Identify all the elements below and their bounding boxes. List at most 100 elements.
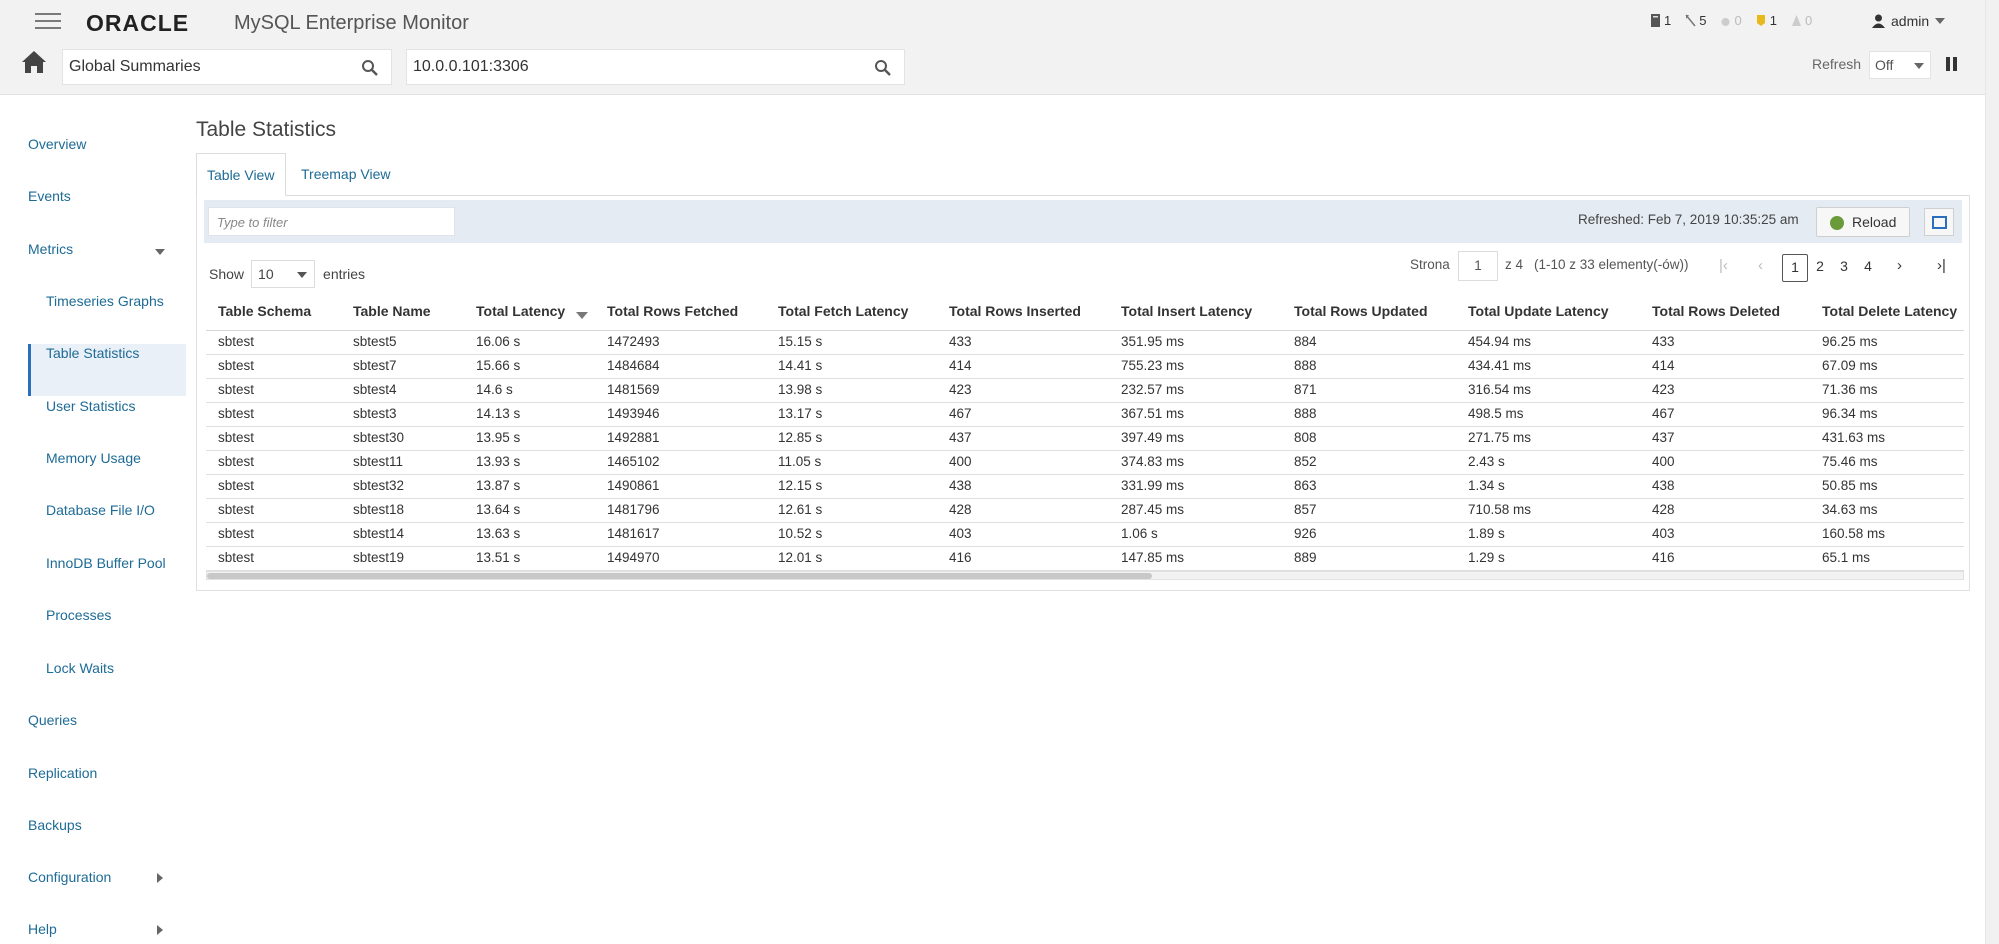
page-button-2[interactable]: 2 [1807, 254, 1833, 282]
critical-status[interactable]: 1 [1756, 13, 1777, 28]
sidebar-item-processes[interactable]: Processes [46, 607, 111, 623]
table-cell: sbtest [218, 550, 255, 565]
table-row[interactable]: sbtest sbtest11 13.93 s 1465102 11.05 s 400 37… [206, 451, 1964, 475]
page-button-1[interactable]: 1 [1782, 254, 1808, 282]
sidebar-item-table-statistics[interactable]: Table Statistics [46, 345, 139, 361]
column-header[interactable]: Total Latency [476, 303, 565, 319]
alert-count: 5 [1699, 13, 1707, 28]
emergency-status[interactable]: 0 [1720, 13, 1742, 28]
table-cell: 15.66 s [476, 358, 521, 373]
column-header[interactable]: Total Insert Latency [1121, 303, 1252, 319]
table-cell: 2.43 s [1468, 454, 1505, 469]
sidebar-item-metrics[interactable]: Metrics [28, 241, 73, 257]
column-header[interactable]: Total Delete Latency [1822, 303, 1957, 319]
sidebar-item-queries[interactable]: Queries [28, 712, 77, 728]
table-row[interactable]: sbtest sbtest3 14.13 s 1493946 13.17 s 467 367… [206, 403, 1964, 427]
chevron-right-icon[interactable] [157, 925, 163, 935]
column-header[interactable]: Total Rows Deleted [1652, 303, 1780, 319]
sidebar-item-replication[interactable]: Replication [28, 765, 97, 781]
page-button-3[interactable]: 3 [1831, 254, 1857, 282]
warning-count: 0 [1804, 13, 1813, 28]
table-cell: 437 [949, 430, 972, 445]
table-cell: 433 [949, 334, 972, 349]
table-cell: 71.36 ms [1822, 382, 1878, 397]
sidebar-item-help[interactable]: Help [28, 921, 57, 937]
first-page-icon[interactable]: |‹ [1719, 257, 1728, 274]
table-horizontal-scrollbar[interactable] [206, 571, 1964, 580]
table-cell: 888 [1294, 406, 1317, 421]
group-search-field[interactable]: Global Summaries [62, 49, 392, 85]
chevron-down-icon [297, 272, 308, 278]
table-row[interactable]: sbtest sbtest30 13.95 s 1492881 12.85 s 437 39… [206, 427, 1964, 451]
table-cell: 1493946 [607, 406, 660, 421]
sidebar-item-memory-usage[interactable]: Memory Usage [46, 450, 141, 466]
table-cell: 438 [1652, 478, 1675, 493]
instance-search-field[interactable]: 10.0.0.101:3306 [406, 49, 905, 85]
menu-icon[interactable] [35, 13, 61, 31]
show-label: Show [209, 266, 245, 282]
table-cell: sbtest [218, 526, 255, 541]
column-header[interactable]: Total Update Latency [1468, 303, 1609, 319]
column-header[interactable]: Total Rows Updated [1294, 303, 1428, 319]
column-header[interactable]: Total Fetch Latency [778, 303, 908, 319]
chevron-down-icon[interactable] [155, 249, 165, 255]
sidebar-item-timeseries-graphs[interactable]: Timeseries Graphs [46, 293, 164, 309]
warning-status[interactable]: 0 [1791, 13, 1812, 28]
prev-page-icon[interactable]: ‹ [1758, 257, 1763, 274]
sidebar-item-events[interactable]: Events [28, 188, 71, 204]
tab-treemap-view[interactable]: Treemap View [291, 153, 400, 196]
entries-per-page-select[interactable]: 10 [251, 260, 316, 288]
table-row[interactable]: sbtest sbtest18 13.64 s 1481796 12.61 s 428 28… [206, 499, 1964, 523]
server-icon [1651, 14, 1660, 27]
home-icon[interactable] [21, 50, 47, 74]
sidebar-item-lock-waits[interactable]: Lock Waits [46, 660, 114, 676]
next-page-icon[interactable]: › [1897, 257, 1902, 274]
column-header[interactable]: Table Name [353, 303, 431, 319]
sidebar-item-database-file-io[interactable]: Database File I/O [46, 502, 155, 518]
user-menu[interactable]: admin [1872, 13, 1946, 29]
table-row[interactable]: sbtest sbtest32 13.87 s 1490861 12.15 s 438 33… [206, 475, 1964, 499]
table-cell: 1472493 [607, 334, 660, 349]
table-cell: 438 [949, 478, 972, 493]
table-cell: 13.17 s [778, 406, 823, 421]
search-icon[interactable] [874, 59, 892, 77]
chevron-right-icon[interactable] [157, 873, 163, 883]
column-header[interactable]: Total Rows Fetched [607, 303, 738, 319]
refresh-label: Refresh [1812, 56, 1862, 72]
refresh-interval-select[interactable]: Off [1869, 51, 1931, 79]
table-row[interactable]: sbtest sbtest7 15.66 s 1484684 14.41 s 414 755… [206, 355, 1964, 379]
table-row[interactable]: sbtest sbtest14 13.63 s 1481617 10.52 s 403 1.… [206, 523, 1964, 547]
column-header[interactable]: Total Rows Inserted [949, 303, 1081, 319]
group-search-value: Global Summaries [69, 58, 201, 75]
sidebar-item-overview[interactable]: Overview [28, 136, 86, 152]
table-row[interactable]: sbtest sbtest19 13.51 s 1494970 12.01 s 416 14… [206, 547, 1964, 571]
sidebar-item-configuration[interactable]: Configuration [28, 869, 111, 885]
page-button-4[interactable]: 4 [1855, 254, 1881, 282]
sidebar-item-user-statistics[interactable]: User Statistics [46, 398, 135, 414]
table-cell: sbtest32 [353, 478, 405, 493]
table-cell: 423 [1652, 382, 1675, 397]
search-icon[interactable] [361, 59, 379, 77]
table-cell: 467 [1652, 406, 1675, 421]
pause-icon[interactable] [1946, 57, 1960, 71]
sort-descending-icon[interactable] [576, 312, 588, 319]
page-scrollbar[interactable] [1985, 0, 1999, 944]
reload-button[interactable]: Reload [1816, 207, 1910, 237]
alert-status[interactable]: 5 [1685, 13, 1706, 28]
page-number-input[interactable]: 1 [1458, 251, 1498, 281]
scrollbar-thumb[interactable] [207, 573, 1152, 579]
tab-table-view[interactable]: Table View [196, 153, 286, 196]
column-chooser-button[interactable] [1924, 208, 1954, 236]
filter-input[interactable]: Type to filter [208, 207, 455, 236]
sidebar-item-innodb-buffer-pool[interactable]: InnoDB Buffer Pool [46, 555, 166, 571]
table-row[interactable]: sbtest sbtest4 14.6 s 1481569 13.98 s 423 232.… [206, 379, 1964, 403]
server-status[interactable]: 1 [1650, 13, 1671, 28]
table-cell: 160.58 ms [1822, 526, 1886, 541]
column-header[interactable]: Table Schema [218, 303, 311, 319]
sidebar-item-backups[interactable]: Backups [28, 817, 82, 833]
last-page-icon[interactable]: ›| [1937, 257, 1946, 274]
refresh-interval-value: Off [1875, 57, 1894, 73]
table-row[interactable]: sbtest sbtest5 16.06 s 1472493 15.15 s 433 351… [206, 331, 1964, 355]
table-cell: 316.54 ms [1468, 382, 1532, 397]
table-cell: 11.05 s [778, 454, 822, 469]
